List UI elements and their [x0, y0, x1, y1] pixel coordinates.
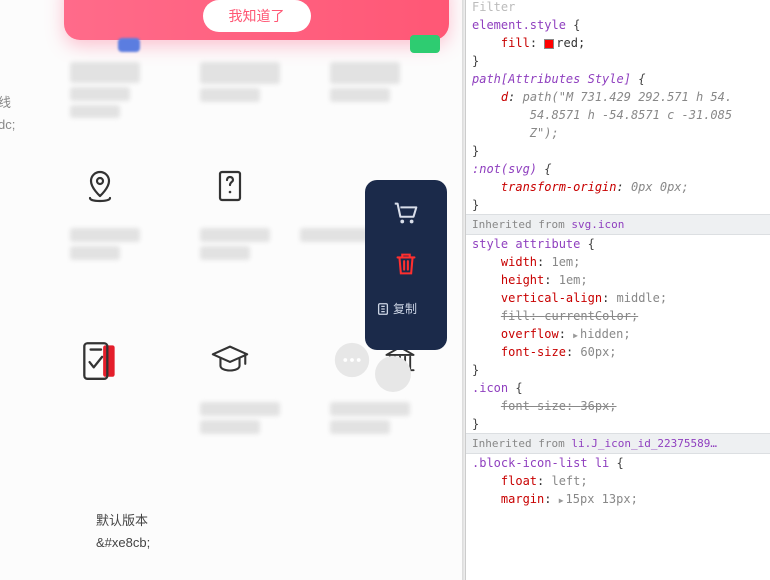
css-value: path("M 731.429 292.571 h 54. — [523, 90, 733, 104]
icon-cell[interactable] — [70, 330, 200, 390]
ghost-circle-icon — [375, 356, 411, 392]
help-document-icon — [200, 156, 260, 216]
inherited-source-link[interactable]: svg.icon — [571, 218, 624, 231]
codepoint-label: &#xe8cb; — [96, 532, 150, 554]
selector-text[interactable]: style attribute — [472, 237, 580, 251]
inherited-from-bar: Inherited from svg.icon — [466, 214, 770, 235]
css-value[interactable]: 0px 0px; — [631, 180, 689, 194]
icon-cell[interactable] — [70, 58, 200, 118]
selector-text[interactable]: :not(svg) — [472, 162, 537, 176]
inherited-from-bar: Inherited from li.J_icon_id_22375589… — [466, 433, 770, 454]
cut-off-labels: 线 dc; — [0, 92, 15, 136]
selector-text[interactable]: .icon — [472, 381, 508, 395]
graduation-cap-icon — [200, 330, 260, 390]
overridden-rule[interactable]: fill: currentColor; — [501, 309, 638, 323]
icon-library-pane: 我知道了 线 dc; — [0, 0, 462, 580]
copy-label-text: 复制 — [393, 300, 417, 317]
selector-text[interactable]: .block-icon-list li — [472, 456, 609, 470]
css-prop[interactable]: fill — [501, 36, 530, 50]
css-prop[interactable]: transform-origin — [501, 180, 617, 194]
filter-input[interactable]: Filter — [466, 0, 770, 16]
copy-button[interactable]: 复制 — [370, 300, 442, 317]
icon-cell[interactable] — [200, 58, 330, 118]
icon-action-panel: 复制 — [365, 180, 447, 350]
selector-text[interactable]: path[Attributes Style] — [472, 72, 631, 86]
version-label: 默认版本 — [96, 510, 150, 532]
css-prop[interactable]: d — [501, 90, 508, 104]
cart-icon[interactable] — [391, 198, 421, 231]
acknowledge-button[interactable]: 我知道了 — [203, 0, 311, 32]
icon-cell[interactable] — [200, 156, 330, 216]
icon-cell[interactable] — [200, 330, 330, 390]
overridden-rule[interactable]: font-size: 36px; — [501, 399, 617, 413]
icon-meta-labels: 默认版本 &#xe8cb; — [96, 510, 150, 554]
devtools-styles-pane: Filter element.style { fill: red; } path… — [465, 0, 770, 580]
notebook-check-icon — [70, 330, 130, 390]
blue-badge — [118, 38, 140, 52]
inherited-source-link[interactable]: li.J_icon_id_22375589… — [571, 437, 717, 450]
green-badge — [410, 35, 440, 53]
clipboard-icon — [376, 302, 390, 316]
location-pin-icon — [70, 156, 130, 216]
css-value[interactable]: red — [556, 36, 578, 50]
notice-banner: 我知道了 — [64, 0, 449, 40]
trash-icon[interactable] — [391, 249, 421, 282]
icon-cell[interactable] — [70, 156, 200, 216]
color-swatch-red[interactable] — [544, 39, 554, 49]
selector-text[interactable]: element.style — [472, 18, 566, 32]
icon-cell[interactable] — [330, 58, 460, 118]
